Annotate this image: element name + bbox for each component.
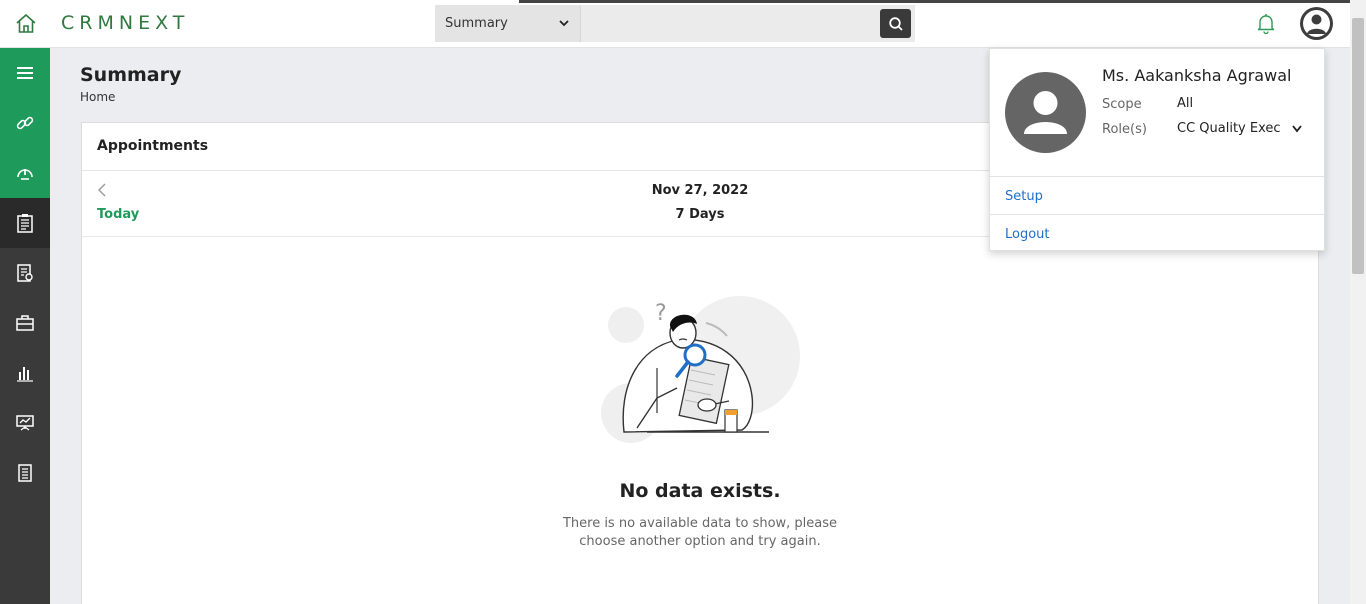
sidebar-item-presentations[interactable] (0, 398, 50, 448)
setup-link[interactable]: Setup (1005, 189, 1043, 204)
top-bar: CRMNEXT Summary (0, 0, 1350, 48)
menu-icon (17, 67, 33, 79)
profile-avatar (1005, 72, 1086, 153)
sidebar-item-links[interactable] (0, 98, 50, 148)
search-input[interactable] (581, 5, 877, 42)
user-icon (1024, 91, 1067, 134)
search-scope-select[interactable]: Summary (435, 5, 581, 42)
scope-value: All (1177, 96, 1194, 111)
bar-chart-icon (17, 367, 33, 382)
empty-state-title: No data exists. (619, 480, 781, 502)
sidebar-item-analytics[interactable] (0, 348, 50, 398)
divider (990, 176, 1324, 177)
sidebar (0, 48, 50, 604)
home-button[interactable] (14, 12, 38, 36)
link-icon (16, 116, 34, 130)
sidebar-item-summary[interactable] (0, 198, 50, 248)
brand-logo: CRMNEXT (61, 12, 190, 34)
page-title: Summary (80, 64, 182, 86)
dashboard-icon (17, 169, 33, 180)
presentation-icon (16, 415, 34, 431)
svg-text:?: ? (655, 301, 667, 326)
divider (990, 214, 1324, 215)
ledger-icon (18, 464, 32, 482)
scrollbar-thumb[interactable] (1352, 18, 1364, 274)
breadcrumb-home[interactable]: Home (80, 90, 115, 104)
bell-icon (1257, 14, 1275, 35)
logout-link[interactable]: Logout (1005, 227, 1050, 242)
notifications-button[interactable] (1256, 12, 1276, 35)
profile-name: Ms. Aakanksha Agrawal (1102, 66, 1292, 85)
sidebar-menu-toggle[interactable] (0, 48, 50, 98)
briefcase-icon (16, 315, 34, 331)
user-avatar-button[interactable] (1300, 7, 1333, 40)
search-button[interactable] (880, 9, 911, 38)
page-scrollbar[interactable] (1350, 0, 1366, 604)
global-search: Summary (435, 5, 915, 42)
chevron-down-icon (559, 20, 569, 27)
chevron-down-icon[interactable] (1291, 124, 1303, 134)
empty-state-illustration: ? (601, 296, 800, 443)
clipboard-icon (17, 214, 33, 233)
report-icon (17, 264, 33, 282)
role-select[interactable]: CC Quality Executive (1177, 121, 1281, 136)
sidebar-item-dashboard[interactable] (0, 148, 50, 198)
loading-bar (519, 0, 1350, 3)
sidebar-item-reports[interactable] (0, 248, 50, 298)
empty-state-description: There is no available data to show, plea… (562, 516, 838, 549)
profile-dropdown: Ms. Aakanksha Agrawal Scope All Role(s) … (989, 48, 1325, 251)
search-scope-label: Summary (445, 16, 508, 31)
scope-label: Scope (1102, 97, 1142, 112)
sidebar-item-cases[interactable] (0, 298, 50, 348)
user-icon (1303, 10, 1330, 37)
role-label: Role(s) (1102, 122, 1147, 137)
home-icon (16, 14, 36, 33)
sidebar-item-ledger[interactable] (0, 448, 50, 498)
search-icon (888, 16, 903, 31)
